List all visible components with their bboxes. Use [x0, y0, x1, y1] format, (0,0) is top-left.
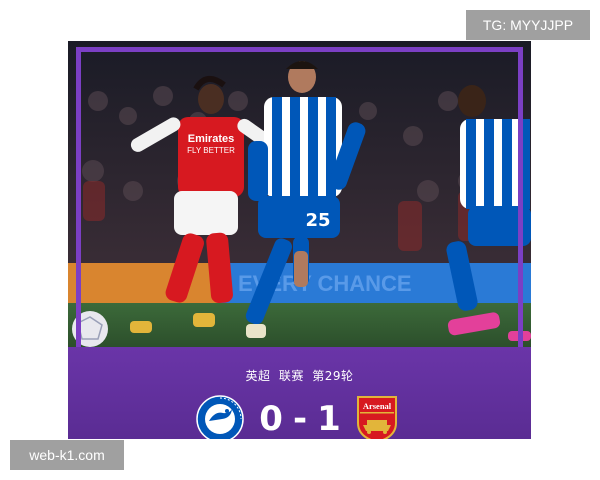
- score-bar: 英超 联赛 第29轮 0-1 Arsenal: [68, 347, 531, 439]
- frame-left-border: [76, 47, 81, 347]
- match-card: EVERY CHANCE Emirates FLY BETTER 25 英超 联…: [68, 41, 531, 439]
- away-score: 1: [317, 399, 343, 439]
- shirt-sponsor-sub: FLY BETTER: [187, 146, 235, 155]
- frame-top-border: [76, 47, 523, 52]
- player-number: 25: [305, 210, 330, 231]
- competition-round: 第29轮: [312, 369, 354, 383]
- site-watermark: web-k1.com: [10, 440, 124, 470]
- scoreline: 0-1: [253, 399, 349, 439]
- competition-line: 英超 联赛 第29轮: [68, 367, 531, 384]
- frame-right-border: [518, 47, 523, 347]
- brighton-crest-icon: [196, 395, 244, 439]
- telegram-watermark: TG: MYYJJPP: [466, 10, 590, 40]
- match-photo: EVERY CHANCE Emirates FLY BETTER 25: [68, 41, 531, 347]
- score-separator: -: [292, 399, 310, 439]
- arsenal-crest-icon: Arsenal: [355, 395, 399, 439]
- competition-type: 联赛: [278, 369, 304, 383]
- competition-name: 英超: [245, 369, 271, 383]
- match-photo-illustration: EVERY CHANCE Emirates FLY BETTER 25: [68, 41, 531, 347]
- shirt-sponsor: Emirates: [188, 133, 234, 145]
- home-score: 0: [259, 399, 285, 439]
- arsenal-badge-text: Arsenal: [363, 401, 392, 411]
